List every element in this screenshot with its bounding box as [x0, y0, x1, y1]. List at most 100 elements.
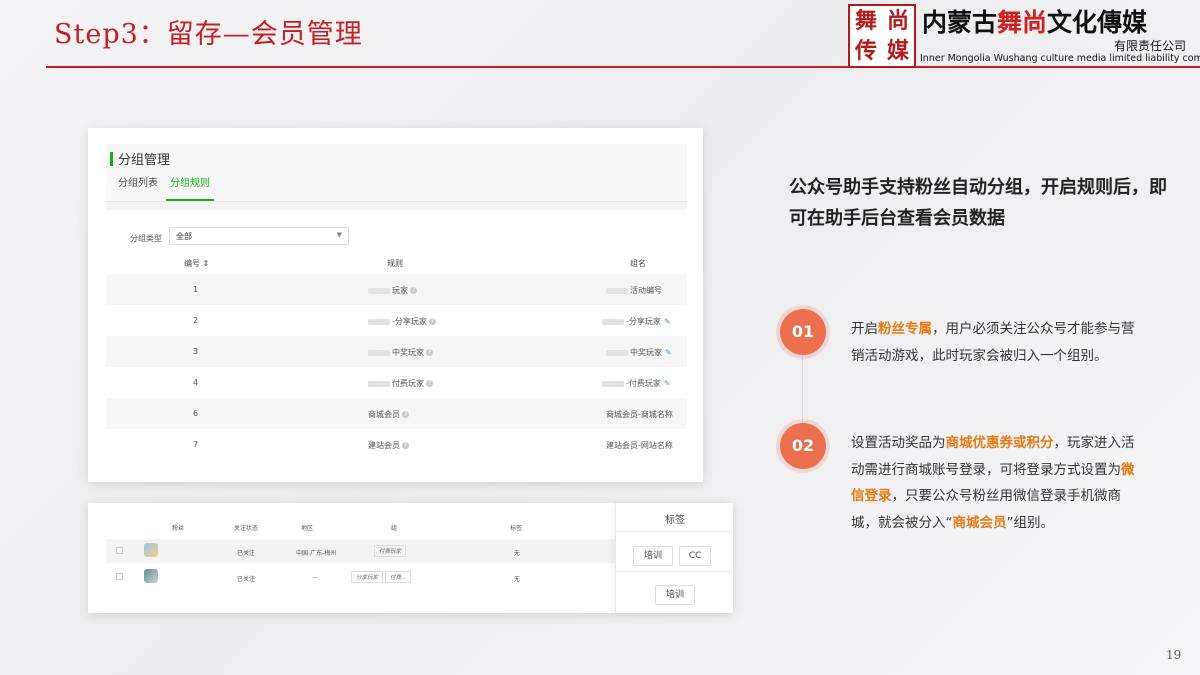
- chevron-down-icon: ▼: [336, 231, 342, 239]
- tag-value: 无: [514, 576, 521, 583]
- edit-icon[interactable]: ✎: [664, 379, 671, 388]
- tab-group-list[interactable]: 分组列表: [114, 172, 162, 199]
- tag-popup: 标签 培训 CC 培训: [615, 503, 734, 613]
- table-row: 6 商城会员? 商城会员-商城名称: [106, 398, 687, 429]
- avatar: [144, 543, 158, 557]
- region: 中国-广东-梅州: [296, 550, 337, 557]
- title-accent-bar: [110, 152, 113, 166]
- group-pill: 付费玩家: [374, 545, 407, 557]
- row-group: 建站会员-网站名称: [606, 441, 673, 450]
- tag-value: 无: [514, 550, 521, 557]
- row-group: 活动编号: [606, 285, 662, 296]
- row-rule: 建站会员?: [368, 440, 409, 451]
- group-type-select[interactable]: 全部 ▼: [169, 227, 349, 245]
- row-rule: 玩家?: [368, 285, 417, 296]
- seal-char: 舞: [854, 8, 877, 34]
- row-id: 4: [193, 378, 199, 387]
- company-english-name: Inner Mongolia Wushang culture media lim…: [920, 53, 1200, 64]
- company-name: 内蒙古舞尚文化傳媒: [922, 3, 1147, 39]
- company-name-part: 文化傳媒: [1047, 8, 1148, 37]
- row-id: 6: [193, 409, 199, 418]
- group-pills: 分享玩家 付费...: [351, 571, 412, 583]
- table-row: 3 中奖玩家? 中奖玩家 ✎: [106, 336, 687, 367]
- group-label: 付费玩家: [374, 545, 407, 557]
- row-rule: 中奖玩家?: [368, 347, 433, 358]
- redacted-text: [606, 287, 628, 294]
- row-checkbox[interactable]: [116, 547, 123, 554]
- seal-char: 媒: [886, 38, 909, 64]
- row-checkbox[interactable]: [116, 573, 123, 580]
- redacted-text: [368, 349, 390, 356]
- headline: 公众号助手支持粉丝自动分组，开启规则后，即可在助手后台查看会员数据: [789, 177, 1167, 229]
- row-rule: 付费玩家?: [368, 378, 433, 389]
- column-header-id[interactable]: 编号 ⇕: [184, 258, 209, 269]
- column-header-rule: 规则: [387, 259, 403, 268]
- panel-title: 分组管理: [118, 153, 171, 168]
- tab-group-rules[interactable]: 分组规则: [166, 172, 214, 201]
- redacted-text: [368, 380, 390, 387]
- group-text: -付费玩家: [626, 379, 661, 388]
- step-text: 开启粉丝专属，用户必须关注公众号才能参与营销活动游戏，此时玩家会被归入一个组别。: [851, 316, 1136, 369]
- edit-icon[interactable]: ✎: [664, 317, 671, 326]
- column-header-label: 编号: [184, 259, 200, 268]
- timeline-line: [802, 352, 803, 422]
- step-number-badge: 01: [780, 309, 826, 355]
- help-icon[interactable]: ?: [402, 442, 409, 449]
- fans-list-screenshot: 粉丝 关注状态 地区 组 标签 已关注 中国-广东-梅州 付费玩家 无 已关注 …: [88, 503, 734, 613]
- highlight-text: 商城会员: [952, 514, 1007, 531]
- row-id: 7: [193, 440, 199, 449]
- row-group: -付费玩家 ✎: [602, 378, 671, 389]
- edit-icon[interactable]: ✎: [665, 348, 672, 357]
- help-icon[interactable]: ?: [402, 411, 409, 418]
- company-sub: 有限责任公司: [1113, 39, 1186, 53]
- table-row: 1 玩家? 活动编号: [106, 274, 687, 305]
- sort-icon: ⇕: [202, 259, 210, 268]
- header-divider: [46, 66, 1200, 68]
- tag-option-cc[interactable]: CC: [679, 546, 711, 566]
- group-text: 中奖玩家: [630, 348, 662, 357]
- step-number-badge: 02: [780, 423, 826, 469]
- row-id: 3: [193, 347, 199, 356]
- panel-header: 分组管理 分组列表 分组规则: [106, 144, 687, 202]
- region: --: [313, 574, 318, 581]
- redacted-text: [368, 287, 390, 294]
- text-run: 开启: [851, 321, 878, 337]
- page-number: 19: [1166, 648, 1182, 662]
- selected-tag[interactable]: 培训: [655, 585, 695, 605]
- rule-text: 建站会员: [368, 441, 400, 450]
- redacted-text: [606, 349, 628, 356]
- text-run: 设置活动奖品为: [851, 435, 946, 451]
- help-icon[interactable]: ?: [426, 380, 433, 387]
- group-management-panel: 分组管理 分组列表 分组规则 分组类型 全部 ▼ 编号 ⇕ 规则 组名 1 玩家…: [106, 144, 687, 464]
- seal-char: 尚: [886, 8, 909, 34]
- table-row: 已关注 中国-广东-梅州 付费玩家 无: [106, 539, 618, 563]
- slide-title: Step3：留存—会员管理: [54, 19, 363, 50]
- company-name-part: 舞尚: [997, 8, 1048, 37]
- seal-char: 传: [854, 38, 877, 64]
- follow-status: 已关注: [237, 550, 256, 557]
- column-header-status: 关注状态: [234, 525, 259, 532]
- select-value: 全部: [176, 232, 192, 241]
- column-header-group: 组名: [630, 259, 646, 268]
- row-id: 2: [193, 316, 199, 325]
- rule-text: 玩家: [392, 286, 408, 295]
- row-group: 中奖玩家 ✎: [606, 347, 672, 358]
- fans-table: 粉丝 关注状态 地区 组 标签 已关注 中国-广东-梅州 付费玩家 无 已关注 …: [106, 513, 618, 593]
- table-row: 4 付费玩家? -付费玩家 ✎: [106, 367, 687, 398]
- company-seal-logo: 舞 尚 传 媒: [848, 4, 916, 68]
- divider: [616, 531, 734, 532]
- row-rule: 商城会员?: [368, 409, 409, 420]
- divider: [616, 571, 734, 572]
- help-icon[interactable]: ?: [428, 318, 436, 325]
- tag-option-training[interactable]: 培训: [633, 546, 673, 566]
- column-header-region: 地区: [301, 525, 314, 532]
- table-row: 7 建站会员? 建站会员-网站名称: [106, 429, 687, 460]
- rule-text: 付费玩家: [392, 379, 424, 388]
- group-label: 付费...: [384, 571, 412, 583]
- group-text: 活动编号: [630, 286, 662, 295]
- help-icon[interactable]: ?: [426, 349, 433, 356]
- highlight-text: 粉丝专属: [878, 321, 932, 337]
- help-icon[interactable]: ?: [410, 287, 417, 294]
- column-header-fans: 粉丝: [172, 525, 185, 532]
- row-group: 商城会员-商城名称: [606, 410, 673, 419]
